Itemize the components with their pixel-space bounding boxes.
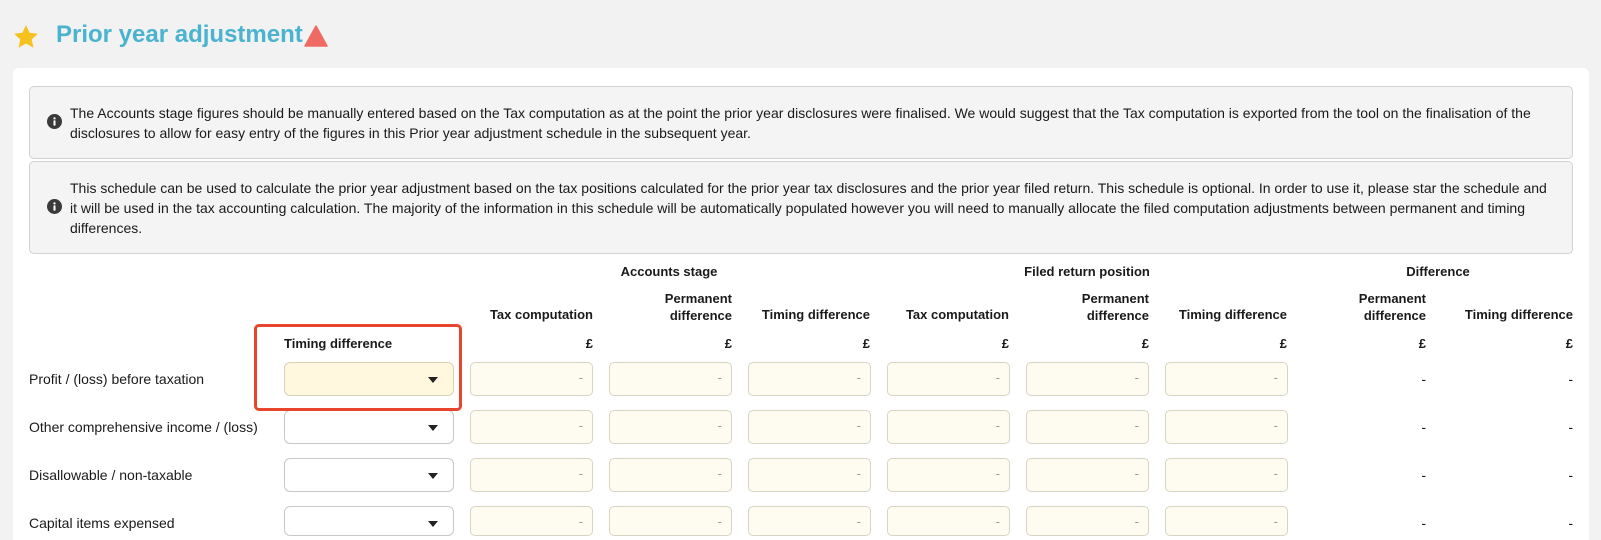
info-message-accounts-stage: The Accounts stage figures should be man… — [29, 86, 1573, 159]
accounts-timing-difference-input[interactable]: - — [748, 410, 871, 444]
accounts-timing-difference-input[interactable]: - — [748, 362, 871, 396]
caret-down-icon — [428, 425, 438, 431]
info-message-schedule-usage: This schedule can be used to calculate t… — [29, 161, 1573, 254]
accounts-tax-computation-input[interactable]: - — [470, 506, 593, 536]
difference-timing-value: - — [1568, 419, 1573, 435]
column-header-line: difference — [1363, 308, 1426, 323]
column-header-tax-computation: Tax computation — [489, 307, 593, 322]
column-header-permanent-difference: Permanent difference — [1294, 290, 1426, 324]
filed-permanent-difference-input[interactable]: - — [1026, 410, 1149, 444]
filed-tax-computation-input[interactable]: - — [887, 458, 1010, 492]
column-header-tax-computation: Tax computation — [905, 307, 1009, 322]
currency-symbol: £ — [1418, 336, 1426, 351]
info-text: This schedule can be used to calculate t… — [70, 180, 1547, 236]
accounts-permanent-difference-input[interactable]: - — [609, 458, 732, 492]
column-header-line: Permanent — [664, 291, 732, 306]
column-header-timing-type: Timing difference — [284, 336, 393, 351]
star-icon[interactable] — [12, 23, 40, 51]
accounts-tax-computation-input[interactable]: - — [470, 458, 593, 492]
difference-permanent-value: - — [1421, 467, 1426, 483]
difference-permanent-value: - — [1421, 371, 1426, 387]
row-label: Capital items expensed — [29, 515, 175, 531]
difference-timing-value: - — [1568, 467, 1573, 483]
timing-type-dropdown[interactable] — [284, 362, 454, 396]
filed-timing-difference-input[interactable]: - — [1165, 362, 1288, 396]
accounts-permanent-difference-input[interactable]: - — [609, 410, 732, 444]
filed-timing-difference-input[interactable]: - — [1165, 506, 1288, 536]
info-text: The Accounts stage figures should be man… — [70, 105, 1531, 141]
filed-timing-difference-input[interactable]: - — [1165, 410, 1288, 444]
row-label: Other comprehensive income / (loss) — [29, 419, 258, 435]
caret-down-icon — [428, 473, 438, 479]
currency-symbol: £ — [862, 336, 870, 351]
difference-permanent-value: - — [1421, 515, 1426, 531]
accounts-tax-computation-input[interactable]: - — [470, 410, 593, 444]
row-label: Disallowable / non-taxable — [29, 467, 193, 483]
difference-permanent-value: - — [1421, 419, 1426, 435]
timing-type-dropdown[interactable] — [284, 506, 454, 536]
column-header-permanent-difference: Permanent difference — [600, 290, 732, 324]
row-label: Profit / (loss) before taxation — [29, 371, 205, 387]
filed-tax-computation-input[interactable]: - — [887, 410, 1010, 444]
filed-tax-computation-input[interactable]: - — [887, 506, 1010, 536]
info-icon — [47, 114, 62, 129]
page-header: Prior year adjustment — [0, 0, 1601, 68]
difference-timing-value: - — [1568, 515, 1573, 531]
column-header-line: Permanent — [1081, 291, 1149, 306]
accounts-timing-difference-input[interactable]: - — [748, 458, 871, 492]
column-header-permanent-difference: Permanent difference — [1017, 290, 1149, 324]
column-header-line: difference — [669, 308, 732, 323]
caret-down-icon — [428, 521, 438, 527]
column-header-timing-difference: Timing difference — [1464, 307, 1573, 322]
currency-symbol: £ — [1279, 336, 1287, 351]
info-icon — [47, 199, 62, 214]
currency-symbol: £ — [724, 336, 732, 351]
column-header-line: difference — [1086, 308, 1149, 323]
column-header-timing-difference: Timing difference — [1178, 307, 1287, 322]
currency-symbol: £ — [1565, 336, 1573, 351]
currency-symbol: £ — [585, 336, 593, 351]
currency-symbol: £ — [1141, 336, 1149, 351]
filed-tax-computation-input[interactable]: - — [887, 362, 1010, 396]
filed-permanent-difference-input[interactable]: - — [1026, 458, 1149, 492]
filed-permanent-difference-input[interactable]: - — [1026, 362, 1149, 396]
accounts-permanent-difference-input[interactable]: - — [609, 506, 732, 536]
currency-symbol: £ — [1001, 336, 1009, 351]
accounts-tax-computation-input[interactable]: - — [470, 362, 593, 396]
accounts-timing-difference-input[interactable]: - — [748, 506, 871, 536]
difference-timing-value: - — [1568, 371, 1573, 387]
column-header-line: Permanent — [1358, 291, 1426, 306]
column-header-timing-difference: Timing difference — [761, 307, 870, 322]
filed-timing-difference-input[interactable]: - — [1165, 458, 1288, 492]
warning-icon — [304, 25, 328, 47]
group-header-accounts-stage: Accounts stage — [620, 264, 718, 279]
caret-down-icon — [428, 377, 438, 383]
group-header-filed-return: Filed return position — [1024, 264, 1150, 279]
filed-permanent-difference-input[interactable]: - — [1026, 506, 1149, 536]
timing-type-dropdown[interactable] — [284, 410, 454, 444]
group-header-difference: Difference — [1406, 264, 1470, 279]
timing-type-dropdown[interactable] — [284, 458, 454, 492]
page-title: Prior year adjustment — [56, 21, 303, 48]
accounts-permanent-difference-input[interactable]: - — [609, 362, 732, 396]
